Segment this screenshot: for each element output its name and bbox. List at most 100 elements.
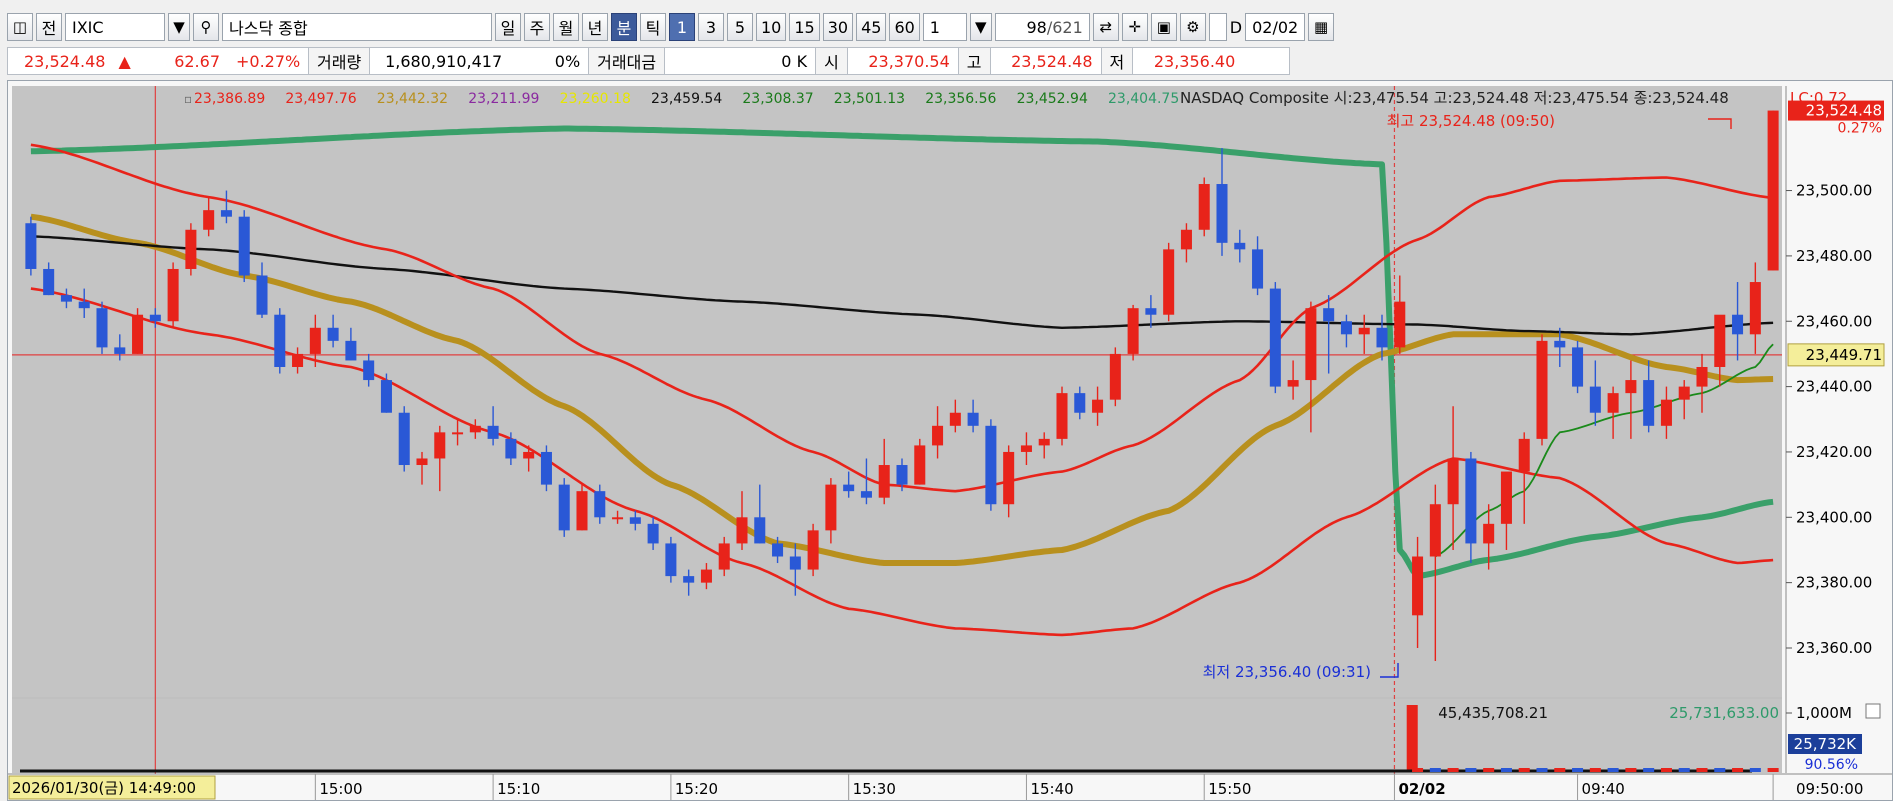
date-input[interactable]: 02/02 [1245, 13, 1306, 41]
candle-body [1643, 380, 1655, 426]
volume-bar [1447, 768, 1459, 772]
volume-bar [1607, 768, 1619, 772]
candle-body [647, 523, 659, 544]
volume-bar [1696, 768, 1708, 772]
current-price-value: 23,524.48 [24, 51, 106, 71]
volume-bar [1767, 768, 1779, 772]
candle-body [1358, 327, 1370, 335]
interval-30-button[interactable]: 30 [822, 13, 854, 41]
candle-body [665, 543, 677, 577]
interval-10-button[interactable]: 10 [756, 13, 787, 41]
x-tick-label: 15:00 [319, 780, 362, 798]
count-value: 98 [1026, 17, 1047, 37]
volume-axis-label: 1,000M [1796, 704, 1852, 722]
candle-body [896, 465, 908, 485]
scroll-icon[interactable]: ⇄ [1092, 13, 1119, 41]
candle-body [789, 556, 801, 570]
candle-body [932, 425, 944, 446]
candle-body [1376, 327, 1388, 348]
volume-value-1: 45,435,708.21 [1438, 704, 1548, 722]
crosshair-time-label: 2026/01/30(금) 14:49:00 [12, 779, 196, 797]
candle-body [1678, 386, 1690, 400]
candle-body [43, 268, 55, 296]
candle-body [1092, 399, 1104, 413]
candle-body [434, 432, 446, 459]
symbol-name-field: 나스닥 종합 [222, 13, 492, 41]
candle-body [914, 445, 926, 485]
candle-body [292, 353, 304, 367]
crosshair-price-label: 23,449.71 [1806, 346, 1882, 364]
volume-pct-label: 90.56% [1805, 757, 1858, 773]
legend-value-8: 23,356.56 [925, 91, 996, 107]
candle-body [1500, 471, 1512, 524]
volume-bar [1554, 768, 1566, 772]
interval-1-button[interactable]: 1 [669, 13, 695, 41]
candle-body [1038, 438, 1050, 446]
candle-body [469, 425, 481, 433]
interval-3-button[interactable]: 3 [698, 13, 724, 41]
candle-body [114, 347, 126, 354]
candle-body [700, 569, 712, 583]
low-label: 저 [1100, 48, 1134, 74]
period-month-button[interactable]: 월 [553, 13, 579, 41]
period-minute-button[interactable]: 분 [611, 13, 637, 41]
count-input[interactable]: 98/621 [994, 13, 1090, 41]
chevron-down-icon[interactable]: ▼ [969, 13, 992, 41]
volume-bar [1406, 705, 1418, 771]
volume-bar [1465, 768, 1477, 772]
candle-body [1589, 386, 1601, 413]
last-price-label: 23,524.48 [1806, 102, 1882, 120]
chart-area[interactable]: 23,500.00 23,480.00 23,460.00 23,440.00 23,4… [7, 80, 1893, 801]
candle-body [487, 425, 499, 439]
candle-body [967, 412, 979, 426]
legend-value-7: 23,501.13 [834, 91, 905, 107]
chevron-down-icon[interactable]: ▼ [168, 13, 190, 41]
legend-value-4: 23,260.18 [560, 91, 631, 107]
legend-value-6: 23,308.37 [742, 91, 813, 107]
gear-icon[interactable]: ⚙ [1179, 13, 1206, 41]
period-week-button[interactable]: 주 [524, 13, 550, 41]
candle-body [558, 484, 570, 531]
period-year-button[interactable]: 년 [582, 13, 608, 41]
y-tick-label: 23,480.00 [1796, 247, 1872, 265]
candle-body [1234, 242, 1246, 250]
candle-body [220, 210, 232, 217]
interval-45-button[interactable]: 45 [856, 13, 887, 41]
last-pct-label: 0.27% [1838, 121, 1882, 137]
volume-value: 1,680,910,417 [385, 51, 503, 71]
multiplier-value: 1 [929, 17, 940, 37]
save-icon[interactable]: ▣ [1150, 13, 1177, 41]
candle-body [238, 216, 250, 276]
interval-5-button[interactable]: 5 [727, 13, 753, 41]
search-icon[interactable]: ⚲ [193, 13, 219, 41]
interval-60-button[interactable]: 60 [889, 13, 920, 41]
interval-15-button[interactable]: 15 [789, 13, 820, 41]
price-plot-bg [12, 86, 1782, 697]
calendar-icon[interactable]: ▦ [1308, 13, 1335, 41]
x-tick-label: 09:40 [1582, 780, 1625, 798]
candlestick-chart[interactable]: 23,500.00 23,480.00 23,460.00 23,440.00 23,4… [8, 81, 1892, 800]
candle-body [825, 484, 837, 531]
layout-icon[interactable]: ◫ [7, 13, 33, 41]
low-annotation: 최저 23,356.40 (09:31) [1203, 663, 1371, 681]
price-change-pct: +0.27% [236, 51, 301, 71]
symbol-value: IXIC [72, 17, 104, 37]
period-day-button[interactable]: 일 [495, 13, 521, 41]
candle-body [1767, 110, 1779, 271]
d-checkbox[interactable] [1208, 13, 1227, 41]
volume-label: 거래량 [308, 48, 371, 74]
multiplier-input[interactable]: 1 [922, 13, 967, 41]
candle-body [576, 491, 588, 531]
candle-body [96, 308, 108, 348]
candle-body [416, 458, 428, 466]
period-tick-button[interactable]: 틱 [640, 13, 666, 41]
high-value: 23,524.48 [1011, 51, 1093, 71]
open-value: 23,370.54 [868, 51, 950, 71]
candle-body [1198, 184, 1210, 230]
candle-body [1074, 393, 1086, 413]
crosshair-icon[interactable]: ✛ [1121, 13, 1148, 41]
candle-body [629, 517, 641, 524]
symbol-input[interactable]: IXIC [65, 13, 165, 41]
candle-body [1749, 282, 1761, 335]
jeon-button[interactable]: 전 [36, 13, 62, 41]
